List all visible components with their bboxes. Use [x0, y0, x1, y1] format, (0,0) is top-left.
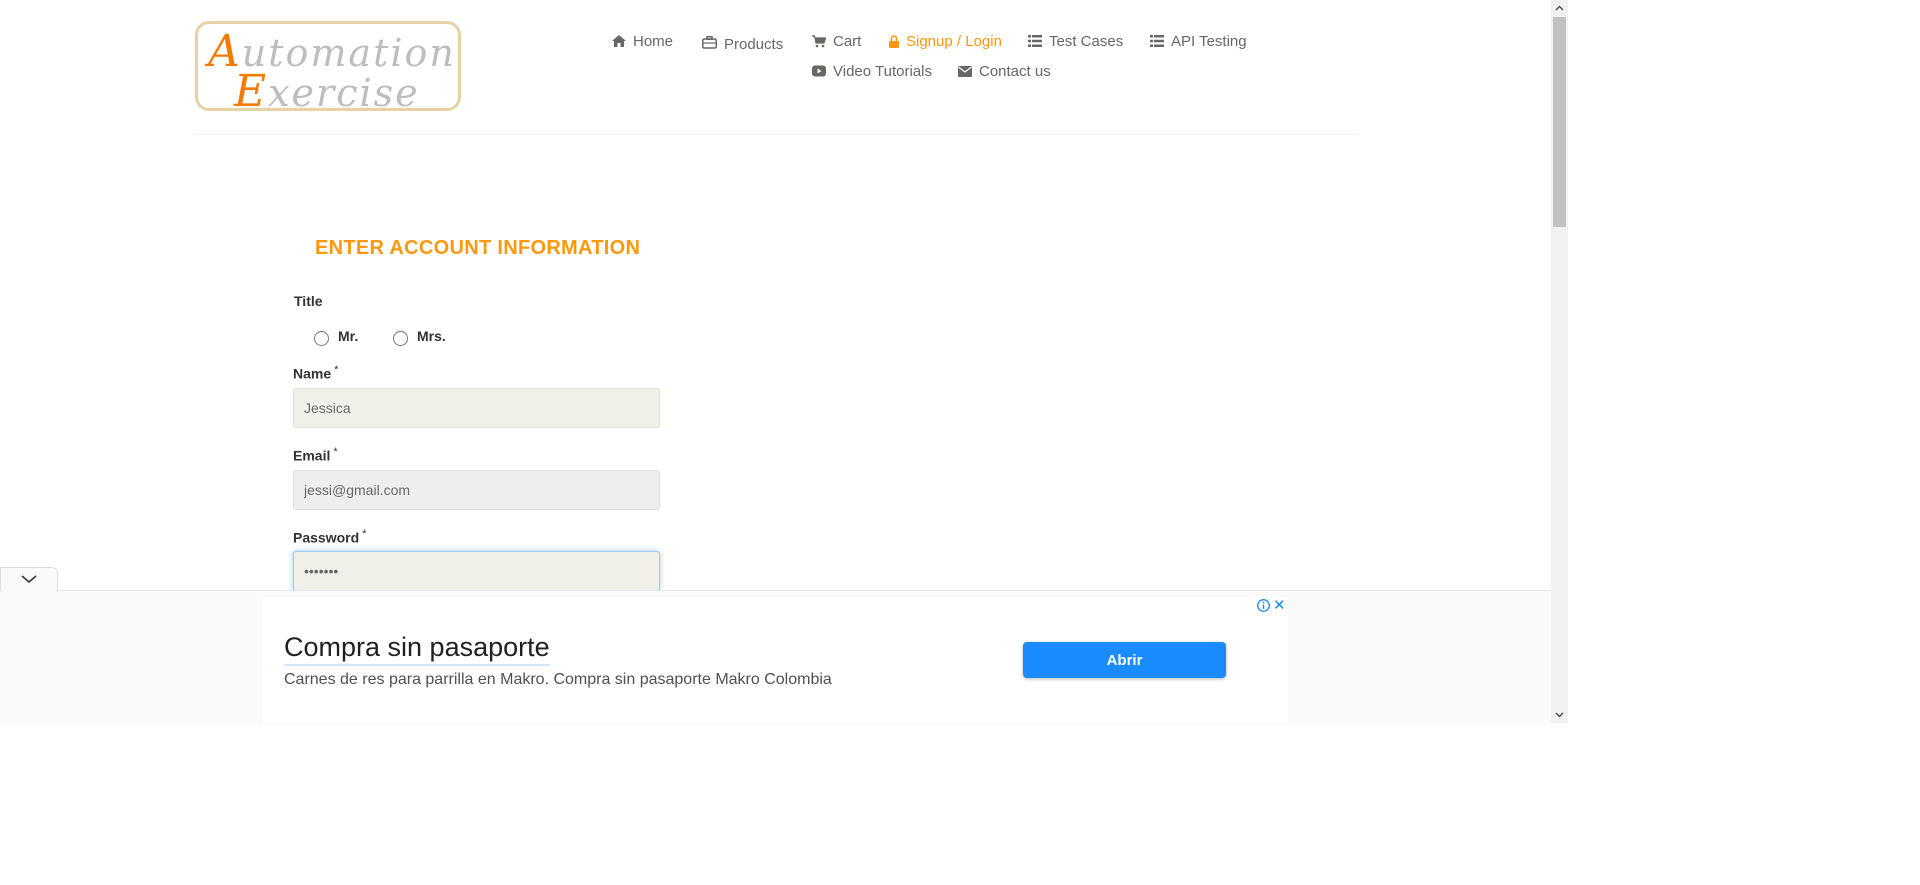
scroll-up-arrow-icon[interactable] — [1551, 0, 1568, 17]
required-mark: * — [362, 528, 367, 540]
name-input[interactable] — [293, 388, 660, 428]
chevron-down-icon — [21, 571, 37, 589]
form-heading: ENTER ACCOUNT INFORMATION — [315, 237, 641, 259]
ad-close-icon[interactable]: ✕ — [1273, 598, 1286, 613]
email-input[interactable] — [293, 470, 660, 510]
ad-open-button[interactable]: Abrir — [1023, 642, 1226, 678]
nav-contact-us[interactable]: Contact us — [958, 61, 1051, 81]
ad-collapse-toggle[interactable] — [0, 567, 58, 591]
required-mark: * — [334, 364, 339, 376]
nav-home[interactable]: Home — [612, 31, 673, 51]
password-input[interactable] — [293, 551, 660, 591]
nav-video-tutorials[interactable]: Video Tutorials — [812, 61, 932, 81]
lock-icon — [889, 34, 899, 48]
ad-title[interactable]: Compra sin pasaporte — [284, 631, 550, 666]
header-divider — [193, 134, 1358, 135]
envelope-icon — [958, 65, 972, 77]
ad-description: Carnes de res para parrilla en Makro. Co… — [284, 671, 832, 688]
required-mark: * — [333, 446, 338, 458]
ad-info-icon[interactable] — [1257, 599, 1270, 617]
nav-products[interactable]: Products — [702, 32, 783, 53]
radio-mrs[interactable] — [393, 331, 408, 346]
nav-cart[interactable]: Cart — [812, 31, 861, 51]
email-label: Email * — [293, 446, 338, 464]
radio-mr[interactable] — [314, 331, 329, 346]
nav-test-cases[interactable]: Test Cases — [1028, 31, 1123, 51]
cart-icon — [812, 34, 826, 48]
scroll-thumb[interactable] — [1553, 17, 1566, 227]
password-label: Password * — [293, 528, 367, 546]
home-icon — [612, 35, 626, 47]
youtube-play-icon — [812, 65, 826, 77]
list-icon — [1028, 35, 1042, 47]
page-scrollbar[interactable] — [1551, 0, 1568, 723]
nav-signup-login[interactable]: Signup / Login — [889, 31, 1002, 51]
radio-mr-label[interactable]: Mr. — [338, 328, 358, 344]
briefcase-icon — [702, 35, 717, 49]
site-logo[interactable]: Automation Exercise — [195, 21, 461, 111]
name-label: Name * — [293, 364, 339, 382]
radio-mrs-label[interactable]: Mrs. — [417, 328, 446, 344]
nav-api-testing[interactable]: API Testing — [1150, 31, 1247, 51]
title-label: Title — [294, 293, 323, 309]
scroll-down-arrow-icon[interactable] — [1551, 706, 1568, 723]
list-icon — [1150, 35, 1164, 47]
